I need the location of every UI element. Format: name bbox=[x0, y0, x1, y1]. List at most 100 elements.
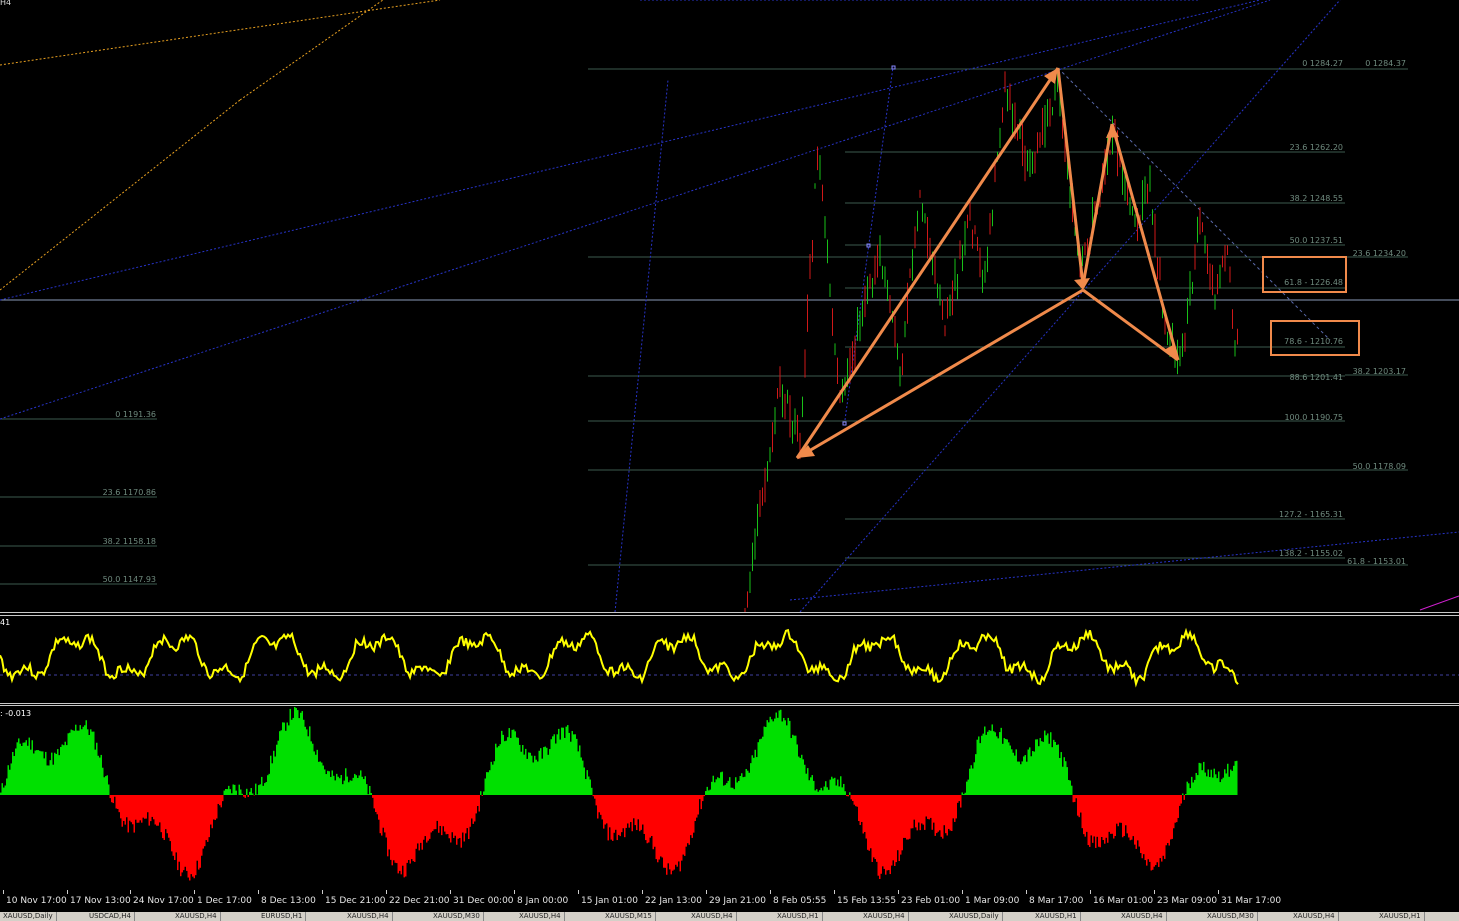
chart-tab[interactable]: XAUUSD,M30 bbox=[1204, 912, 1258, 921]
histogram-bar bbox=[288, 725, 290, 795]
time-axis: 10 Nov 17:00 17 Nov 13:00 24 Nov 17:00 1 De… bbox=[0, 890, 1459, 912]
histogram-bar bbox=[424, 795, 426, 837]
histogram-bar bbox=[1134, 795, 1136, 845]
histogram-bar bbox=[1204, 772, 1206, 795]
time-axis-tick bbox=[67, 890, 68, 894]
histogram-bar bbox=[411, 795, 413, 860]
histogram-bar bbox=[681, 795, 683, 861]
histogram-bar bbox=[1215, 774, 1217, 795]
histogram-bar bbox=[282, 722, 284, 795]
time-axis-label: 15 Dec 21:00 bbox=[325, 896, 386, 906]
histogram-bar bbox=[211, 795, 213, 829]
histogram-bar bbox=[663, 795, 665, 868]
chart-tab[interactable]: XAUUSD,H4 bbox=[516, 912, 565, 921]
time-axis-tick bbox=[1218, 890, 1219, 894]
histogram-bar bbox=[342, 784, 344, 795]
histogram-bar bbox=[1185, 794, 1187, 795]
panel-separator[interactable] bbox=[0, 612, 1459, 613]
histogram-bar bbox=[445, 795, 447, 835]
panel-separator[interactable] bbox=[0, 615, 1459, 616]
timeframe-label: H4 bbox=[0, 0, 12, 7]
chart-tab[interactable]: XAUUSD,Daily bbox=[946, 912, 1003, 921]
histogram-bar bbox=[543, 747, 545, 795]
histogram-bar bbox=[390, 795, 392, 860]
histogram-bar bbox=[649, 795, 651, 838]
histogram-panel[interactable]: : -0.013 bbox=[0, 706, 1459, 890]
histogram-bar bbox=[457, 795, 459, 839]
histogram-bar bbox=[163, 795, 165, 840]
histogram-bar bbox=[274, 756, 276, 795]
chart-tab[interactable]: XAUUSD,H4 bbox=[688, 912, 737, 921]
chart-tab[interactable]: EURUSD,H1 bbox=[258, 912, 307, 921]
histogram-bar bbox=[426, 795, 428, 843]
histogram-bar bbox=[481, 795, 483, 796]
chart-tab[interactable]: XAUUSD,H4 bbox=[1290, 912, 1339, 921]
histogram-bar bbox=[1105, 795, 1107, 838]
chart-tab[interactable]: XAUUSD,H4 bbox=[172, 912, 221, 921]
histogram-bar bbox=[987, 731, 989, 795]
oscillator-canvas[interactable] bbox=[0, 617, 1459, 703]
histogram-bar bbox=[153, 795, 155, 820]
histogram-bar bbox=[354, 773, 356, 795]
histogram-bar bbox=[1144, 795, 1146, 861]
oscillator-panel[interactable]: 41 bbox=[0, 617, 1459, 703]
histogram-bar bbox=[276, 744, 278, 795]
histogram-bar bbox=[765, 727, 767, 795]
chart-tab[interactable]: XAUUSD,H4 bbox=[344, 912, 393, 921]
chart-tab[interactable]: XAUUSD,H1 bbox=[1376, 912, 1425, 921]
histogram-bar bbox=[400, 795, 402, 875]
histogram-bar bbox=[309, 726, 311, 795]
histogram-bar bbox=[1158, 795, 1160, 867]
histogram-bar bbox=[511, 729, 513, 795]
chart-tab[interactable]: XAUUSD,M30 bbox=[430, 912, 484, 921]
histogram-bar bbox=[691, 795, 693, 838]
histogram-canvas[interactable] bbox=[0, 706, 1459, 890]
histogram-bar bbox=[117, 795, 119, 809]
histogram-bar bbox=[1212, 777, 1214, 795]
histogram-bar bbox=[669, 795, 671, 870]
histogram-bar bbox=[972, 768, 974, 795]
histogram-bar bbox=[909, 795, 911, 839]
chart-tab[interactable]: XAUUSD,H4 bbox=[860, 912, 909, 921]
time-axis-tick bbox=[322, 890, 323, 894]
time-axis-tick bbox=[578, 890, 579, 894]
histogram-bar bbox=[630, 795, 632, 823]
histogram-bar bbox=[795, 735, 797, 795]
histogram-bar bbox=[627, 795, 629, 824]
histogram-bar bbox=[186, 795, 188, 871]
panel-separator[interactable] bbox=[0, 705, 1459, 706]
histogram-bar bbox=[1098, 795, 1100, 847]
histogram-bar bbox=[283, 722, 285, 795]
histogram-bar bbox=[870, 795, 872, 849]
histogram-bar bbox=[327, 770, 329, 795]
histogram-bar bbox=[385, 795, 387, 838]
panel-separator[interactable] bbox=[0, 703, 1459, 704]
histogram-bar bbox=[243, 795, 245, 797]
histogram-bar bbox=[402, 795, 404, 866]
chart-tab[interactable]: USDCAD,H4 bbox=[86, 912, 135, 921]
chart-tab[interactable]: XAUUSD,H4 bbox=[1118, 912, 1167, 921]
time-axis-tick bbox=[962, 890, 963, 894]
price-chart-canvas[interactable]: 0 1284.27 23.6 1262.20 38.2 1248.55 50.0 12… bbox=[0, 0, 1459, 616]
histogram-bar bbox=[654, 795, 656, 847]
histogram-bar bbox=[517, 737, 519, 795]
time-axis-label: 15 Jan 01:00 bbox=[581, 896, 638, 906]
main-price-chart[interactable]: H4 0 1284.27 23.6 1262.20 38.2 1248.55 50.0… bbox=[0, 0, 1459, 616]
histogram-bar bbox=[705, 791, 707, 795]
histogram-bar bbox=[15, 748, 17, 795]
chart-tab[interactable]: XAUUSD,H1 bbox=[774, 912, 823, 921]
chart-tab[interactable]: XAUUSD,H1 bbox=[1032, 912, 1081, 921]
harmonic-pattern-leg bbox=[796, 288, 1084, 460]
histogram-bar bbox=[1164, 795, 1166, 859]
chart-tab[interactable]: XAUUSD,M15 bbox=[602, 912, 656, 921]
histogram-bar bbox=[466, 795, 468, 829]
chart-tab[interactable]: XAUUSD,Daily bbox=[0, 912, 57, 921]
histogram-bar bbox=[1081, 795, 1083, 829]
histogram-bar bbox=[625, 795, 627, 828]
histogram-bar bbox=[4, 785, 6, 795]
histogram-bar bbox=[1125, 795, 1127, 826]
histogram-bar bbox=[616, 795, 618, 841]
histogram-bar bbox=[171, 795, 173, 852]
histogram-bar bbox=[696, 795, 698, 818]
histogram-bar bbox=[1167, 795, 1169, 844]
